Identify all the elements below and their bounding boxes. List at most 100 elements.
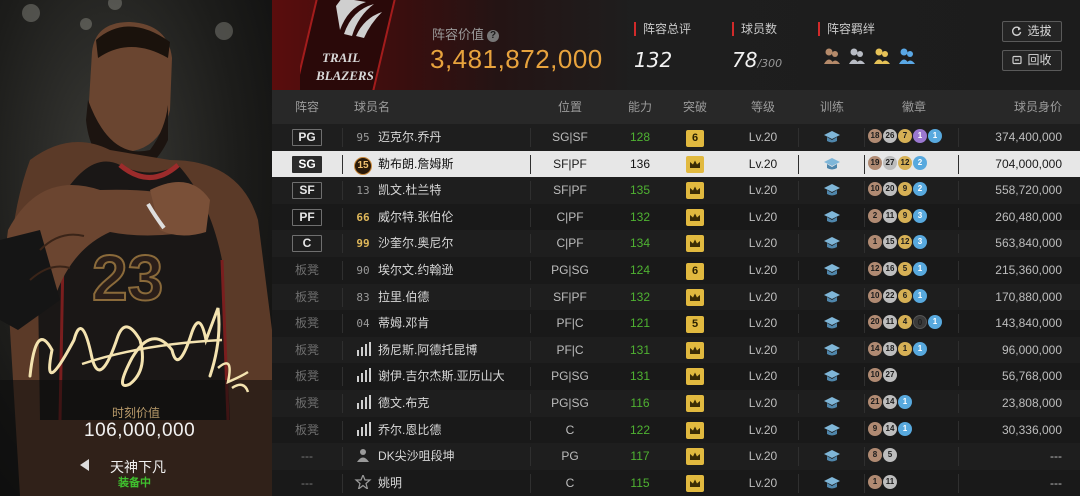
player-name-cell[interactable]: 95 迈克尔.乔丹 — [354, 124, 542, 151]
col-ability[interactable]: 能力 — [610, 90, 670, 124]
badge-count[interactable]: 20 — [883, 182, 897, 197]
table-row[interactable]: 板凳 谢伊.吉尔杰斯.亚历山大 PG|SG 131 Lv.20 10 27 56,768,00… — [272, 363, 1080, 390]
training-button[interactable] — [802, 257, 862, 284]
badge-count[interactable]: 6 — [898, 288, 912, 303]
badge-count[interactable]: 11 — [883, 315, 897, 330]
badge-count[interactable]: 9 — [898, 182, 912, 197]
bond-blue-icon[interactable] — [897, 46, 917, 66]
lineup-slot[interactable]: 板凳 — [272, 310, 342, 337]
col-training[interactable]: 训练 — [802, 90, 862, 124]
badge-count[interactable]: 1 — [868, 235, 882, 250]
badge-count[interactable]: 2 — [868, 208, 882, 223]
training-button[interactable] — [802, 310, 862, 337]
player-breakthrough[interactable] — [670, 151, 720, 178]
table-row[interactable]: --- 姚明 C 115 Lv.20 1 11 --- — [272, 469, 1080, 496]
col-breakthrough[interactable]: 突破 — [670, 90, 720, 124]
player-name-cell[interactable]: 66 威尔特.张伯伦 — [354, 204, 542, 231]
lineup-slot[interactable]: 板凳 — [272, 390, 342, 417]
player-name-cell[interactable]: 扬尼斯.阿德托昆博 — [354, 337, 542, 364]
training-button[interactable] — [802, 204, 862, 231]
bond-bronze-icon[interactable] — [822, 46, 842, 66]
table-row[interactable]: 板凳 04 蒂姆.邓肯 PF|C 121 5 Lv.20 20 11 4 0 1 143,840,000 — [272, 310, 1080, 337]
table-row[interactable]: SG 15 勒布朗.詹姆斯 SF|PF 136 Lv.20 19 27 12 2 704,000,0… — [272, 150, 1080, 178]
lineup-slot[interactable]: SG — [272, 151, 342, 178]
badge-count[interactable]: 27 — [883, 368, 897, 383]
lineup-slot[interactable]: 板凳 — [272, 284, 342, 311]
lineup-slot[interactable]: 板凳 — [272, 417, 342, 444]
badge-count[interactable]: 3 — [913, 235, 927, 250]
lineup-slot[interactable]: PF — [272, 204, 342, 231]
col-position[interactable]: 位置 — [530, 90, 610, 124]
training-button[interactable] — [802, 470, 862, 496]
badge-count[interactable]: 10 — [868, 368, 882, 383]
badge-count[interactable]: 1 — [898, 395, 912, 409]
table-row[interactable]: C 99 沙奎尔.奥尼尔 C|PF 134 Lv.20 1 15 12 3 563,840,000 — [272, 230, 1080, 257]
col-level[interactable]: 等级 — [724, 90, 802, 124]
badge-count[interactable]: 22 — [883, 288, 897, 303]
badge-count[interactable]: 26 — [883, 129, 897, 143]
lineup-slot[interactable]: 板凳 — [272, 337, 342, 364]
prev-card-arrow-icon[interactable] — [80, 459, 89, 471]
player-breakthrough[interactable] — [670, 363, 720, 390]
table-row[interactable]: 板凳 德文.布克 PG|SG 116 Lv.20 21 14 1 23,808,000 — [272, 390, 1080, 417]
player-breakthrough[interactable] — [670, 204, 720, 231]
table-row[interactable]: SF 13 凯文.杜兰特 SF|PF 135 Lv.20 10 20 9 2 558,720,000 — [272, 177, 1080, 204]
badge-count[interactable]: 7 — [898, 129, 912, 143]
badge-count[interactable]: 10 — [868, 288, 882, 303]
badge-count[interactable]: 11 — [883, 208, 897, 223]
player-name-cell[interactable]: 15 勒布朗.詹姆斯 — [354, 151, 542, 178]
player-card[interactable]: 23 时刻价值 106,000,000 天神下凡 装备中 — [0, 0, 272, 496]
player-breakthrough[interactable]: 6 — [670, 124, 720, 151]
badge-count[interactable]: 16 — [883, 262, 897, 276]
badge-count[interactable]: 19 — [868, 155, 882, 170]
player-breakthrough[interactable] — [670, 230, 720, 257]
bond-gold-icon[interactable] — [872, 46, 892, 66]
lineup-slot[interactable]: 板凳 — [272, 363, 342, 390]
table-row[interactable]: PF 66 威尔特.张伯伦 C|PF 132 Lv.20 2 11 9 3 260,480,000 — [272, 203, 1080, 231]
badge-count[interactable]: 11 — [883, 474, 897, 489]
badge-count[interactable]: 14 — [883, 421, 897, 436]
badge-count[interactable]: 5 — [898, 262, 912, 276]
lineup-slot[interactable]: PG — [272, 124, 342, 151]
player-name-cell[interactable]: 83 拉里.伯德 — [354, 284, 542, 311]
player-name-cell[interactable]: DK尖沙咀段坤 — [354, 443, 542, 470]
table-row[interactable]: 板凳 乔尔.恩比德 C 122 Lv.20 9 14 1 30,336,000 — [272, 416, 1080, 444]
player-name-cell[interactable]: 90 埃尔文.约翰逊 — [354, 257, 542, 284]
training-button[interactable] — [802, 230, 862, 257]
player-breakthrough[interactable] — [670, 177, 720, 204]
badge-count[interactable]: 1 — [913, 288, 927, 303]
col-badges[interactable]: 徽章 — [868, 90, 960, 124]
table-row[interactable]: 板凳 扬尼斯.阿德托昆博 PF|C 131 Lv.20 14 18 1 1 96,000,000 — [272, 336, 1080, 364]
badge-count[interactable]: 1 — [913, 129, 927, 143]
player-breakthrough[interactable]: 5 — [670, 310, 720, 337]
badge-count[interactable]: 1 — [898, 421, 912, 436]
badge-count[interactable]: 1 — [913, 341, 927, 356]
badge-count[interactable]: 14 — [883, 395, 897, 409]
table-row[interactable]: PG 95 迈克尔.乔丹 SG|SF 128 6 Lv.20 18 26 7 1 1 374,400,0… — [272, 124, 1080, 151]
training-button[interactable] — [802, 151, 862, 178]
training-button[interactable] — [802, 390, 862, 417]
player-name-cell[interactable]: 德文.布克 — [354, 390, 542, 417]
player-breakthrough[interactable] — [670, 284, 720, 311]
player-breakthrough[interactable] — [670, 470, 720, 496]
badge-count[interactable]: 12 — [898, 235, 912, 250]
badge-count[interactable]: 0 — [913, 315, 927, 330]
badge-count[interactable]: 9 — [898, 208, 912, 223]
badge-count[interactable]: 1 — [928, 129, 942, 143]
badge-count[interactable]: 18 — [868, 129, 882, 143]
badge-count[interactable]: 9 — [868, 421, 882, 436]
training-button[interactable] — [802, 443, 862, 470]
player-name-cell[interactable]: 04 蒂姆.邓肯 — [354, 310, 542, 337]
badge-count[interactable]: 18 — [883, 341, 897, 356]
lineup-slot[interactable]: --- — [272, 443, 342, 470]
training-button[interactable] — [802, 177, 862, 204]
badge-count[interactable]: 2 — [913, 182, 927, 197]
badge-count[interactable]: 27 — [883, 155, 897, 170]
badge-count[interactable]: 1 — [868, 474, 882, 489]
bond-silver-icon[interactable] — [847, 46, 867, 66]
badge-count[interactable]: 14 — [868, 341, 882, 356]
player-name-cell[interactable]: 姚明 — [354, 470, 542, 496]
badge-count[interactable]: 4 — [898, 315, 912, 330]
player-name-cell[interactable]: 13 凯文.杜兰特 — [354, 177, 542, 204]
player-breakthrough[interactable] — [670, 443, 720, 470]
